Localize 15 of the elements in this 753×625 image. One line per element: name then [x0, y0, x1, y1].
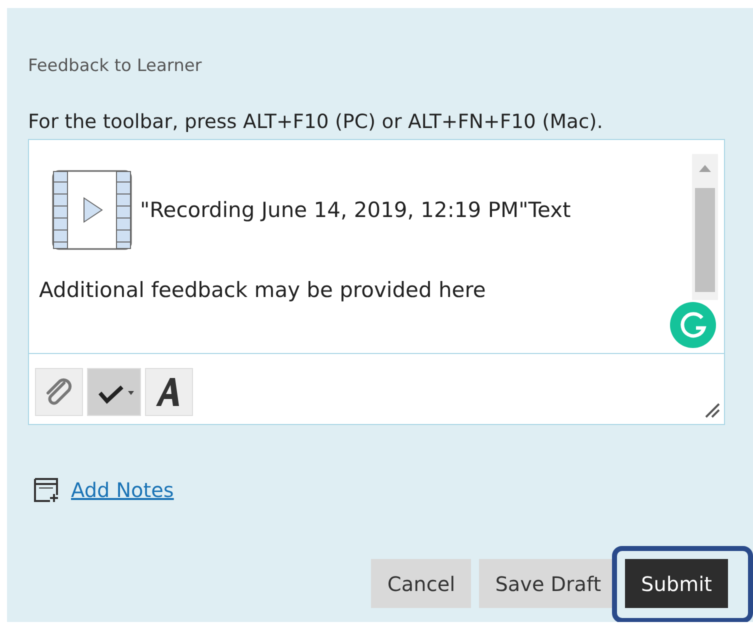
feedback-text: Additional feedback may be provided here: [39, 278, 486, 302]
scroll-up-arrow-icon[interactable]: [699, 164, 711, 172]
toolbar-instructions: For the toolbar, press ALT+F10 (PC) or ALT+FN+F10 (Mac).: [28, 110, 604, 133]
section-title: Feedback to Learner: [28, 56, 203, 76]
scrollbar[interactable]: [692, 154, 718, 300]
video-file-icon: [52, 170, 132, 250]
cancel-button[interactable]: Cancel: [371, 559, 472, 608]
attach-button[interactable]: [35, 368, 83, 416]
add-notes-link[interactable]: Add Notes: [71, 478, 174, 502]
font-button[interactable]: [145, 368, 193, 416]
recording-label: "Recording June 14, 2019, 12:19 PM"Text: [140, 198, 571, 222]
spellcheck-button[interactable]: [87, 368, 141, 416]
grammar-assistant-icon[interactable]: [670, 302, 716, 348]
add-note-icon: [33, 477, 59, 503]
submit-button[interactable]: Submit: [625, 559, 728, 608]
